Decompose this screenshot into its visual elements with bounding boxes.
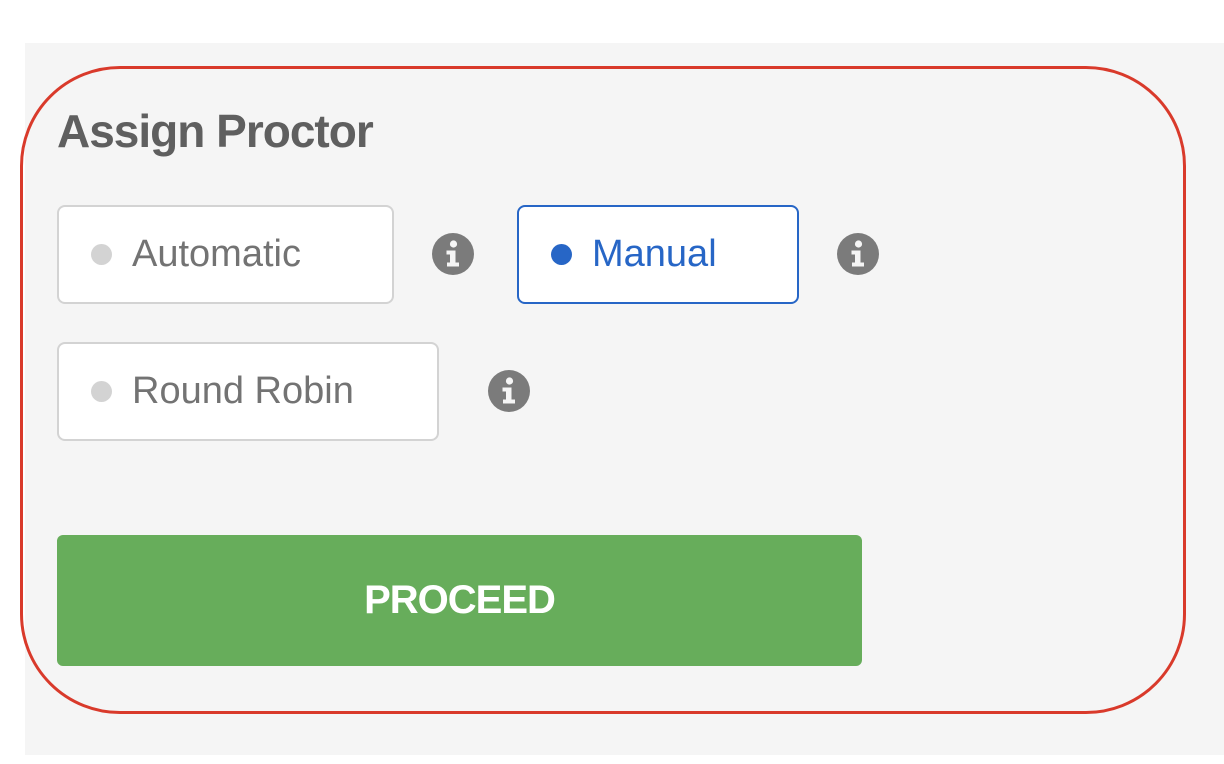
automatic-option[interactable]: Automatic [57, 205, 394, 304]
manual-option[interactable]: Manual [517, 205, 799, 304]
section-title: Assign Proctor [57, 105, 374, 157]
info-icon[interactable] [431, 232, 475, 276]
round-robin-option-label: Round Robin [132, 370, 354, 412]
radio-dot-icon [91, 244, 112, 265]
round-robin-option[interactable]: Round Robin [57, 342, 439, 441]
radio-dot-icon [91, 381, 112, 402]
radio-dot-icon [551, 244, 572, 265]
manual-option-label: Manual [592, 233, 717, 275]
info-icon[interactable] [836, 232, 880, 276]
automatic-option-label: Automatic [132, 233, 301, 275]
info-icon[interactable] [487, 369, 531, 413]
proceed-button[interactable]: PROCEED [57, 535, 862, 666]
